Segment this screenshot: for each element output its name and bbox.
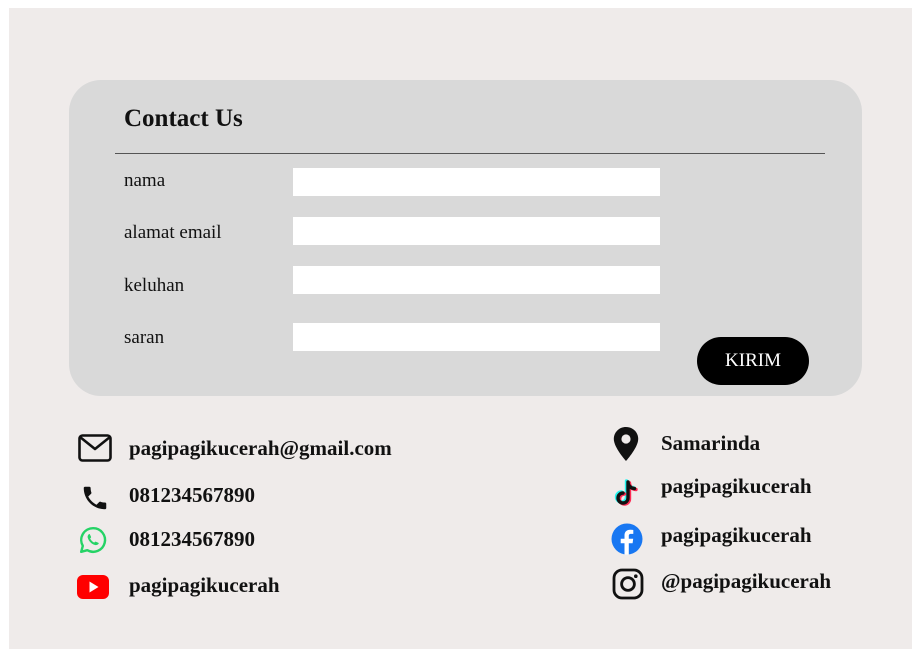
location-pin-icon <box>613 427 639 461</box>
form-title: Contact Us <box>124 105 243 132</box>
facebook-icon <box>611 523 643 555</box>
title-divider <box>115 153 825 154</box>
name-label: nama <box>124 170 166 191</box>
submit-button[interactable]: KIRIM <box>697 337 809 385</box>
suggestion-label: saran <box>124 327 165 348</box>
mail-icon <box>78 434 112 462</box>
email-input[interactable] <box>293 217 660 245</box>
youtube-icon <box>77 575 109 599</box>
phone-icon <box>83 486 107 510</box>
suggestion-input[interactable] <box>293 323 660 351</box>
complaint-label: keluhan <box>124 275 185 296</box>
whatsapp-icon <box>80 526 107 553</box>
contact-facebook-text: pagipagikucerah <box>661 523 812 547</box>
contact-instagram-text: @pagipagikucerah <box>661 569 832 593</box>
contact-youtube-text: pagipagikucerah <box>129 573 280 597</box>
name-input[interactable] <box>293 168 660 196</box>
contact-phone-text: 081234567890 <box>129 483 255 507</box>
contact-email-text: pagipagikucerah@gmail.com <box>129 436 392 460</box>
instagram-icon <box>612 568 644 600</box>
email-label: alamat email <box>124 222 222 243</box>
tiktok-icon <box>614 479 638 506</box>
complaint-input[interactable] <box>293 266 660 294</box>
contact-tiktok-text: pagipagikucerah <box>661 474 812 498</box>
contact-location-text: Samarinda <box>661 431 761 455</box>
contact-whatsapp-text: 081234567890 <box>129 527 255 551</box>
